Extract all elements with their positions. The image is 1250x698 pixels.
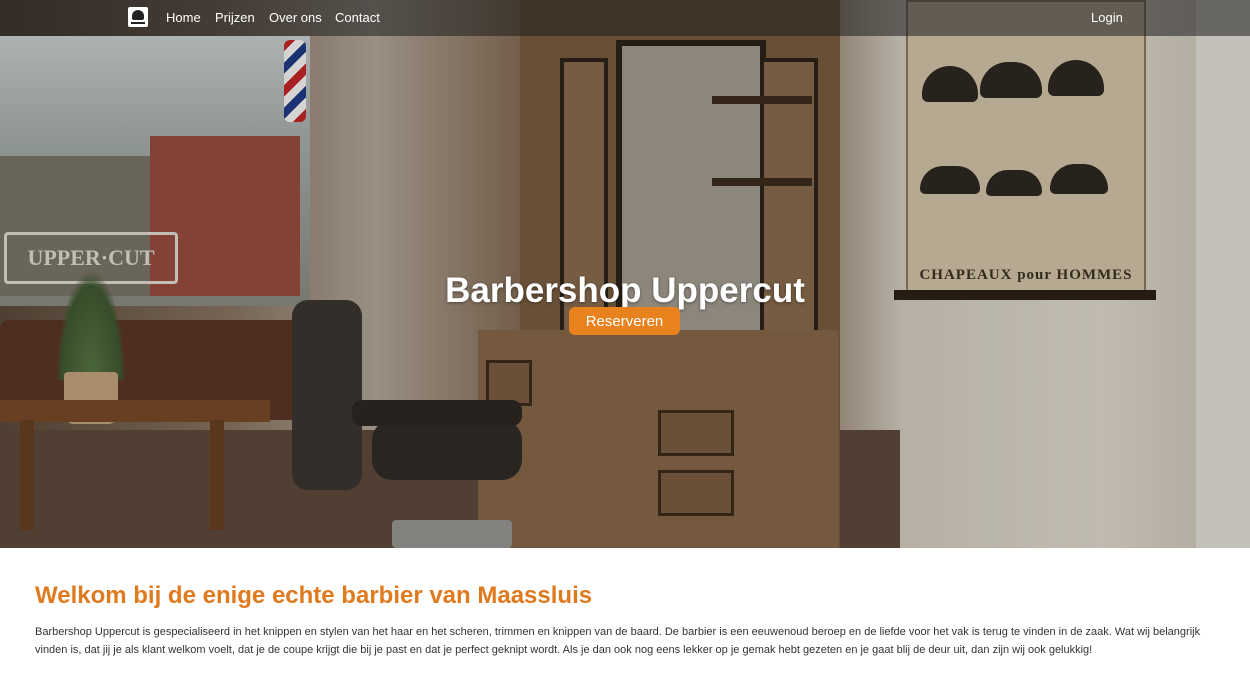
hero-banner: UPPER·CUT CHAPEAUX pour HOMMES Barbersho… — [0, 0, 1250, 548]
nav-item-contact[interactable]: Contact — [335, 10, 380, 25]
nav-item-home[interactable]: Home — [166, 10, 201, 25]
reserve-button[interactable]: Reserveren — [569, 307, 680, 335]
top-navbar: Home Prijzen Over ons Contact Login — [0, 0, 1250, 36]
login-link[interactable]: Login — [1091, 10, 1123, 25]
nav-item-over-ons[interactable]: Over ons — [269, 10, 322, 25]
logo-icon[interactable] — [128, 7, 148, 27]
welcome-heading: Welkom bij de enige echte barbier van Ma… — [35, 582, 593, 609]
hero-title: Barbershop Uppercut — [445, 271, 805, 311]
nav-item-prijzen[interactable]: Prijzen — [215, 10, 255, 25]
intro-text: Barbershop Uppercut is gespecialiseerd i… — [35, 626, 1201, 657]
